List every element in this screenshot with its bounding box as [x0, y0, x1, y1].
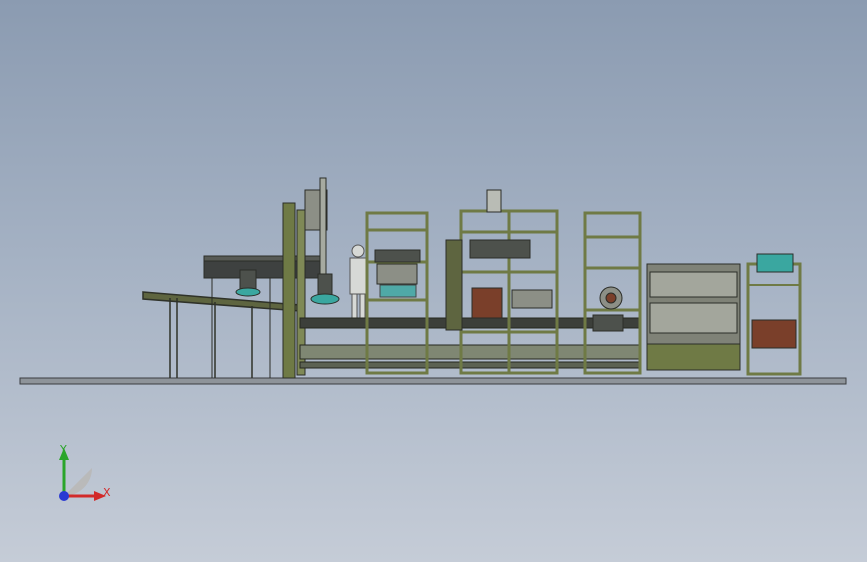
- base-plate: [19, 377, 847, 385]
- upper-feeder: [203, 255, 325, 378]
- z-axis-dot-icon: [59, 491, 69, 501]
- enclosure-cabinet: [646, 263, 741, 371]
- assembly-line-model[interactable]: [0, 0, 867, 562]
- station-1-modules: [374, 249, 421, 298]
- coordinate-triad: Y X: [48, 438, 118, 508]
- y-axis-label: Y: [60, 443, 67, 456]
- operator-figure: [349, 244, 367, 325]
- output-rack: [746, 253, 802, 376]
- cad-viewport[interactable]: Y X: [0, 0, 867, 562]
- x-axis-label: X: [103, 486, 111, 499]
- main-conveyor: [299, 317, 641, 369]
- incline-conveyor: [142, 291, 301, 378]
